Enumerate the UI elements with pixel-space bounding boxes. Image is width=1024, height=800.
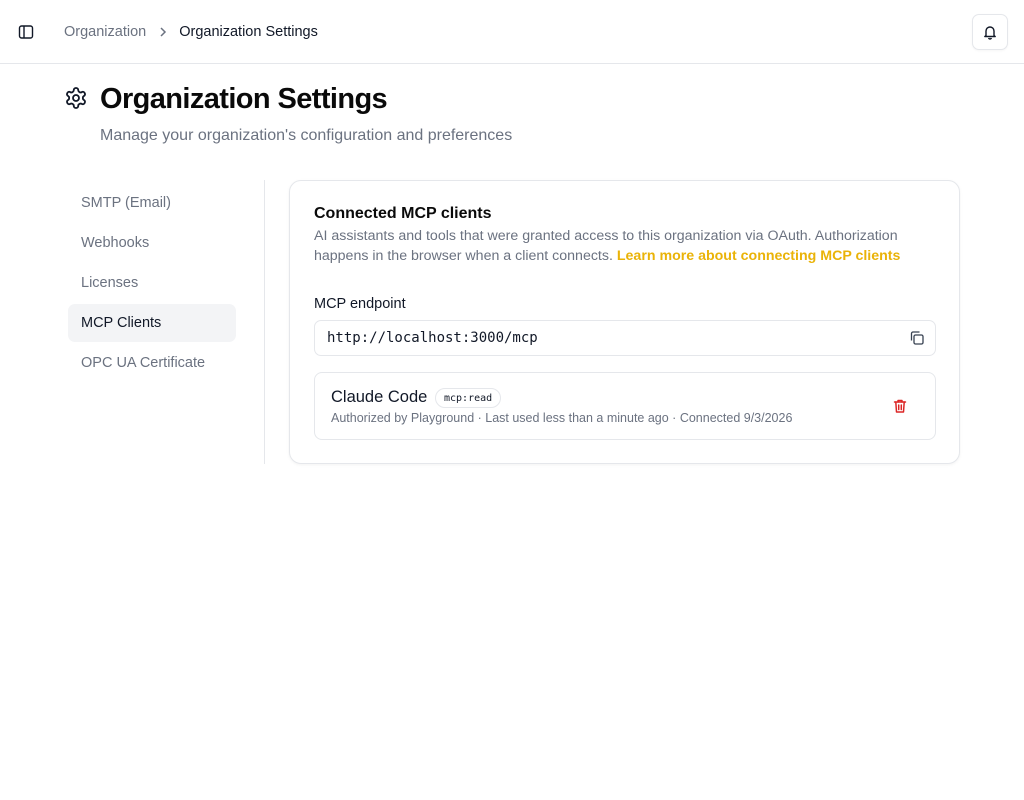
breadcrumb-organization-link[interactable]: Organization [64,24,146,40]
mcp-clients-card: Connected MCP clients AI assistants and … [289,180,960,464]
top-bar: Organization Organization Settings [0,0,1024,64]
mcp-endpoint-value: http://localhost:3000/mcp [327,330,538,346]
copy-icon [910,331,924,345]
client-name: Claude Code [331,388,428,406]
notifications-button[interactable] [972,14,1008,50]
settings-nav-mcp-clients[interactable]: MCP Clients [68,304,236,342]
breadcrumb: Organization Organization Settings [64,0,318,64]
revoke-client-button[interactable] [890,396,910,416]
settings-nav-webhooks[interactable]: Webhooks [68,224,236,262]
client-meta: Authorized by Playground · Last used les… [331,411,793,425]
settings-nav: SMTP (Email) Webhooks Licenses MCP Clien… [68,180,265,464]
copy-endpoint-button[interactable] [907,328,927,348]
card-description: AI assistants and tools that were grante… [314,226,934,266]
learn-more-link[interactable]: Learn more about connecting MCP clients [617,248,901,264]
mcp-endpoint-label: MCP endpoint [314,296,406,312]
page-subtitle: Manage your organization's configuration… [100,127,513,144]
settings-nav-smtp[interactable]: SMTP (Email) [68,184,236,222]
gear-icon [66,87,86,109]
settings-nav-licenses[interactable]: Licenses [68,264,236,302]
chevron-right-icon [159,26,167,38]
mcp-endpoint-field[interactable]: http://localhost:3000/mcp [314,320,936,356]
sidebar-panel-icon [18,25,34,39]
card-title: Connected MCP clients [314,205,492,222]
settings-nav-opc-ua-certificate[interactable]: OPC UA Certificate [68,344,236,382]
breadcrumb-current-page: Organization Settings [179,24,318,40]
bell-icon [984,26,996,40]
trash-icon [893,399,907,413]
sidebar-toggle-button[interactable] [16,22,36,42]
list-item: Claude Code mcp:read Authorized by Playg… [314,372,936,440]
page-title: Organization Settings [100,83,388,115]
scope-badge: mcp:read [435,388,502,408]
